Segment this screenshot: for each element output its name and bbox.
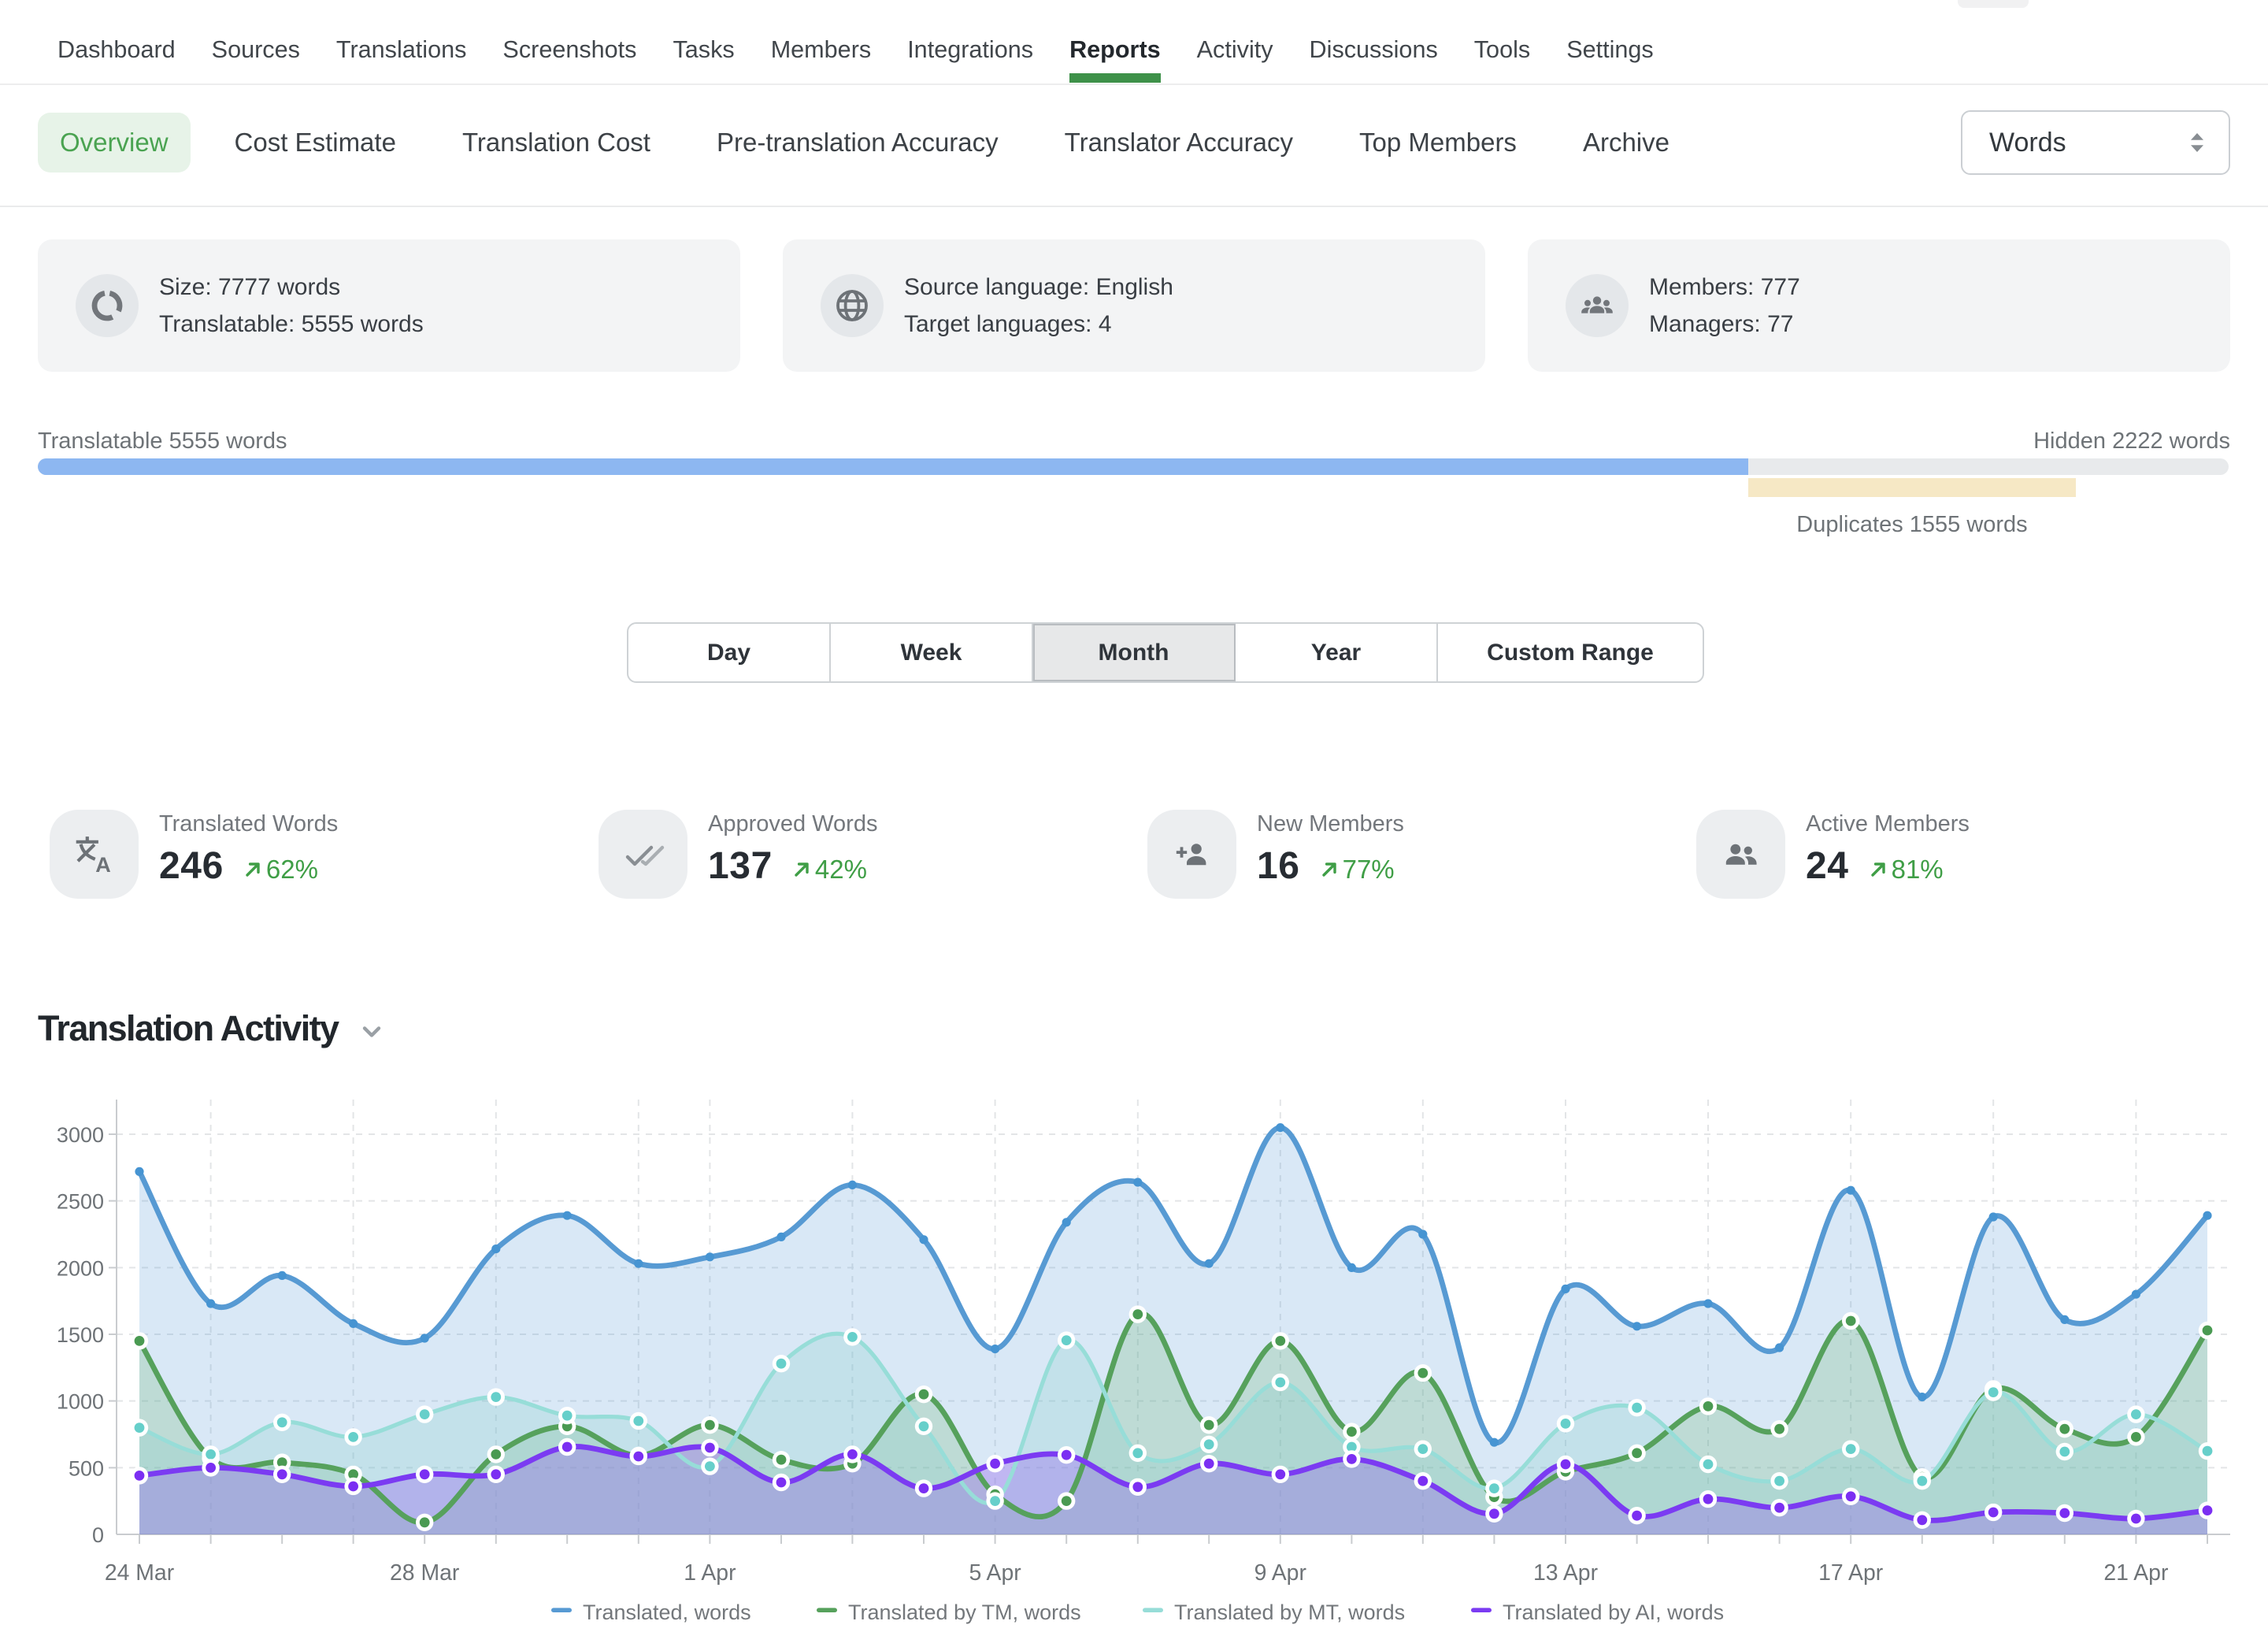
svg-text:Translated by AI, words: Translated by AI, words <box>1503 1601 1724 1624</box>
svg-text:5 Apr: 5 Apr <box>969 1560 1021 1586</box>
svg-text:2000: 2000 <box>57 1256 104 1280</box>
svg-text:28 Mar: 28 Mar <box>390 1560 459 1586</box>
svg-text:1000: 1000 <box>57 1390 104 1414</box>
svg-text:9 Apr: 9 Apr <box>1254 1560 1306 1586</box>
svg-text:1 Apr: 1 Apr <box>684 1560 736 1586</box>
svg-text:500: 500 <box>69 1456 104 1480</box>
svg-text:1500: 1500 <box>57 1323 104 1347</box>
svg-text:21 Apr: 21 Apr <box>2103 1560 2168 1586</box>
svg-text:13 Apr: 13 Apr <box>1533 1560 1598 1586</box>
svg-text:Translated, words: Translated, words <box>583 1601 751 1624</box>
svg-text:3000: 3000 <box>57 1123 104 1147</box>
svg-text:17 Apr: 17 Apr <box>1818 1560 1883 1586</box>
svg-text:24 Mar: 24 Mar <box>105 1560 174 1586</box>
svg-text:Translated by MT, words: Translated by MT, words <box>1174 1601 1405 1624</box>
svg-text:2500: 2500 <box>57 1190 104 1214</box>
svg-text:0: 0 <box>92 1523 104 1547</box>
svg-text:Translated by TM, words: Translated by TM, words <box>848 1601 1081 1624</box>
